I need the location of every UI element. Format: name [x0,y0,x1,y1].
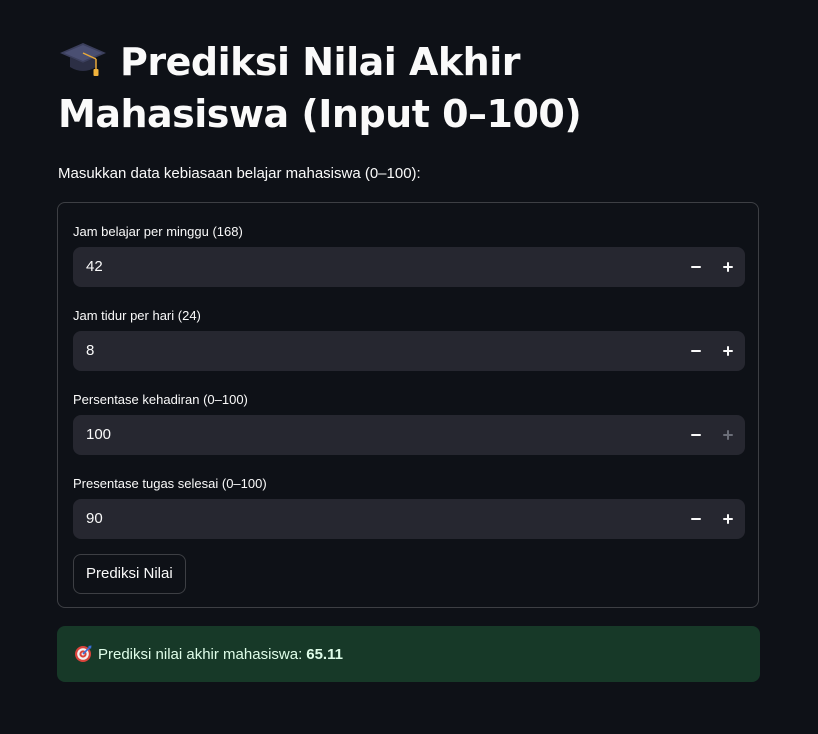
app-page: Prediksi Nilai Akhir Mahasiswa (Input 0–… [0,0,818,734]
study-hours-increment-button[interactable] [712,247,744,287]
minus-icon [691,434,701,436]
graduation-cap-icon [60,43,106,76]
sleep-hours-decrement-button[interactable] [680,331,712,371]
sleep-hours-input[interactable]: 8 [73,331,745,371]
minus-icon [691,350,701,352]
attendance-decrement-button[interactable] [680,415,712,455]
minus-icon [691,518,701,520]
input-form: Jam belajar per minggu (168) 42 Jam tidu… [57,202,759,608]
assignment-value[interactable]: 90 [86,499,103,539]
result-alert: Prediksi nilai akhir mahasiswa: 65.11 [57,626,760,682]
assignment-decrement-button[interactable] [680,499,712,539]
result-label: Prediksi nilai akhir mahasiswa: [98,645,303,663]
attendance-increment-button[interactable] [712,415,744,455]
sleep-hours-value[interactable]: 8 [86,331,94,371]
study-hours-value[interactable]: 42 [86,247,103,287]
assignment-input[interactable]: 90 [73,499,745,539]
intro-text: Masukkan data kebiasaan belajar mahasisw… [58,165,421,182]
study-hours-input[interactable]: 42 [73,247,745,287]
result-value: 65.11 [306,645,343,663]
attendance-label: Persentase kehadiran (0–100) [73,392,248,407]
study-hours-decrement-button[interactable] [680,247,712,287]
page-title: Prediksi Nilai Akhir Mahasiswa (Input 0–… [58,36,758,140]
study-hours-label: Jam belajar per minggu (168) [73,224,243,239]
target-icon [75,645,92,662]
attendance-input[interactable]: 100 [73,415,745,455]
minus-icon [691,266,701,268]
attendance-value[interactable]: 100 [86,415,111,455]
page-title-text: Prediksi Nilai Akhir Mahasiswa (Input 0–… [58,40,582,136]
sleep-hours-increment-button[interactable] [712,331,744,371]
assignment-increment-button[interactable] [712,499,744,539]
predict-button[interactable]: Prediksi Nilai [73,554,186,594]
assignment-label: Presentase tugas selesai (0–100) [73,476,267,491]
sleep-hours-label: Jam tidur per hari (24) [73,308,201,323]
